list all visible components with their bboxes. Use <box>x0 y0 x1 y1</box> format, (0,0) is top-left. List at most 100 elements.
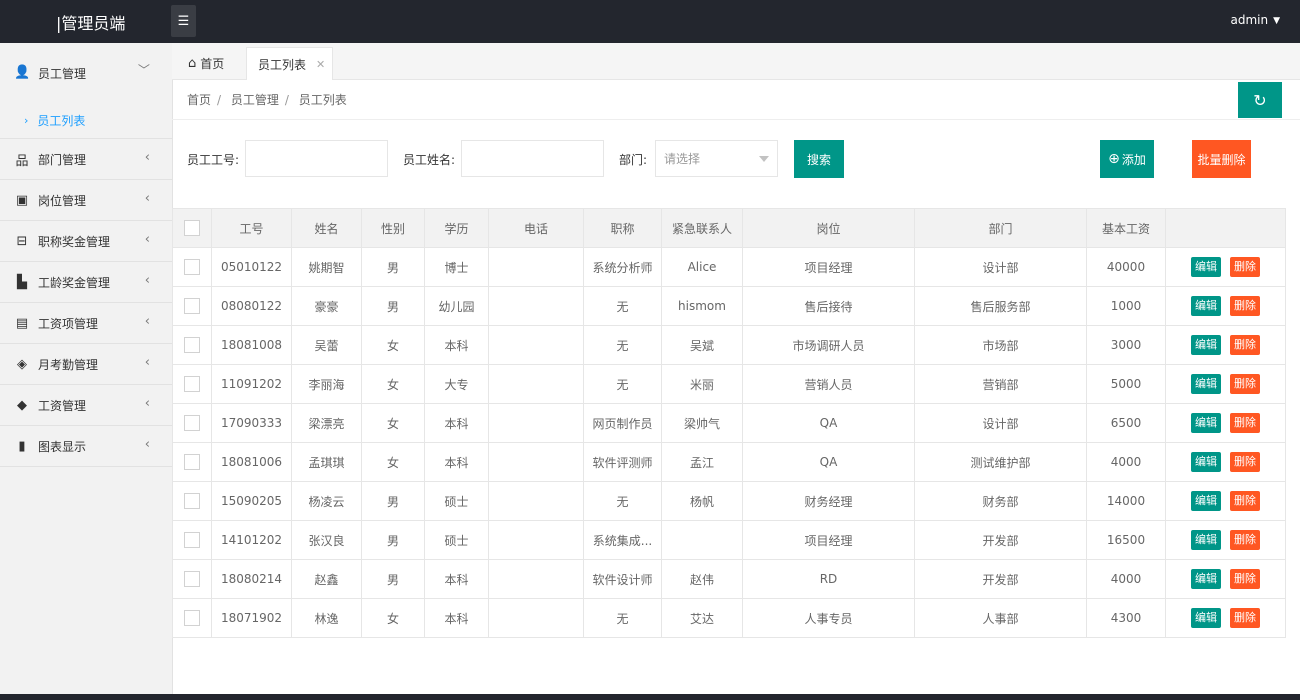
edit-button[interactable]: 编辑 <box>1191 413 1221 433</box>
edit-button[interactable]: 编辑 <box>1191 374 1221 394</box>
edit-button[interactable]: 编辑 <box>1191 530 1221 550</box>
breadcrumb-item[interactable]: 员工管理 <box>231 93 279 107</box>
table-cell: 18071902 <box>211 598 292 638</box>
table-cell: 男 <box>361 286 425 326</box>
table-cell: 08080122 <box>211 286 292 326</box>
sidebar-item-charts[interactable]: ▮ 图表显示 ‹ <box>0 426 172 467</box>
table-cell: 18081006 <box>211 442 292 482</box>
table-cell: 营销人员 <box>742 364 915 404</box>
column-header[interactable]: 电话 <box>488 208 584 248</box>
column-header[interactable]: 岗位 <box>742 208 915 248</box>
sidebar-subitem-employee-list[interactable]: › 员工列表 <box>0 103 172 139</box>
table-row[interactable]: 15090205 杨凌云男硕士无杨帆 财务经理 财务部 14000 编辑 删除 <box>172 481 1286 521</box>
edit-button[interactable]: 编辑 <box>1191 296 1221 316</box>
table-scrollbar[interactable] <box>1285 208 1300 638</box>
table-cell: 吴斌 <box>661 325 743 365</box>
sidebar-item-salary[interactable]: ◆ 工资管理 ‹ <box>0 385 172 426</box>
tab-employee-list[interactable]: 员工列表 ✕ <box>246 47 333 80</box>
column-header[interactable]: 职称 <box>583 208 662 248</box>
edit-button[interactable]: 编辑 <box>1191 569 1221 589</box>
sidebar-item-department[interactable]: 品 部门管理 ‹ <box>0 139 172 180</box>
delete-button[interactable]: 删除 <box>1230 335 1260 355</box>
table-row[interactable]: 18081006 孟琪琪女本科 软件评测师 孟江 QA 测试维护部 4000 编辑 删除 <box>172 442 1286 482</box>
column-header[interactable]: 性别 <box>361 208 425 248</box>
search-button[interactable]: 搜索 <box>794 140 844 178</box>
row-actions-cell: 编辑 删除 <box>1165 520 1286 560</box>
table-row[interactable]: 11091202 李丽海女大专无米丽 营销人员 营销部 5000 编辑 删除 <box>172 364 1286 404</box>
row-checkbox[interactable] <box>184 610 200 626</box>
emp-no-input[interactable] <box>245 140 388 177</box>
table-row[interactable]: 05010122 姚期智男博士 系统分析师 Alice 项目经理 设计部 40000 编辑 删除 <box>172 247 1286 287</box>
sidebar-item-seniority-bonus[interactable]: ▙ 工龄奖金管理 ‹ <box>0 262 172 303</box>
delete-button[interactable]: 删除 <box>1230 374 1260 394</box>
caret-down-icon <box>759 156 769 162</box>
sidebar-item-employee[interactable]: 👤 员工管理 〉 <box>0 43 172 103</box>
menu-toggle-button[interactable]: ☰ <box>171 5 196 37</box>
breadcrumb-separator: / <box>217 93 222 107</box>
delete-button[interactable]: 删除 <box>1230 569 1260 589</box>
row-checkbox[interactable] <box>184 493 200 509</box>
row-actions-cell: 编辑 删除 <box>1165 559 1286 599</box>
row-actions: 编辑 删除 <box>1167 452 1285 472</box>
delete-button[interactable]: 删除 <box>1230 452 1260 472</box>
briefcase-icon: ⊟ <box>16 233 28 249</box>
delete-button[interactable]: 删除 <box>1230 530 1260 550</box>
table-row[interactable]: 14101202 张汉良男硕士 系统集成... 项目经理 开发部 16500 编辑 删除 <box>172 520 1286 560</box>
delete-button[interactable]: 删除 <box>1230 608 1260 628</box>
delete-button[interactable]: 删除 <box>1230 491 1260 511</box>
edit-button[interactable]: 编辑 <box>1191 608 1221 628</box>
table-cell: 张汉良 <box>291 520 362 560</box>
row-checkbox[interactable] <box>184 571 200 587</box>
emp-name-input[interactable] <box>461 140 604 177</box>
row-checkbox[interactable] <box>184 298 200 314</box>
delete-button[interactable]: 删除 <box>1230 296 1260 316</box>
column-header[interactable]: 部门 <box>914 208 1087 248</box>
edit-button[interactable]: 编辑 <box>1191 452 1221 472</box>
sidebar: 👤 员工管理 〉 › 员工列表 品 部门管理 ‹ ▣ 岗位管理 ‹ ⊟ 职称奖金… <box>0 43 173 700</box>
sidebar-item-attendance[interactable]: ◈ 月考勤管理 ‹ <box>0 344 172 385</box>
chevron-left-icon: ‹ <box>144 437 150 452</box>
sidebar-item-label: 员工管理 <box>38 67 87 81</box>
row-checkbox[interactable] <box>184 454 200 470</box>
sidebar-item-position[interactable]: ▣ 岗位管理 ‹ <box>0 180 172 221</box>
row-checkbox[interactable] <box>184 415 200 431</box>
select-all-checkbox[interactable] <box>184 220 200 236</box>
edit-button[interactable]: 编辑 <box>1191 491 1221 511</box>
delete-button[interactable]: 删除 <box>1230 257 1260 277</box>
column-header[interactable]: 工号 <box>211 208 292 248</box>
table-cell: 女 <box>361 364 425 404</box>
dept-select[interactable]: 请选择 <box>655 140 778 177</box>
add-button[interactable]: ⊕ 添加 <box>1100 140 1154 178</box>
delete-button[interactable]: 删除 <box>1230 413 1260 433</box>
table-row[interactable]: 08080122 豪豪男幼儿园无 hismom 售后接待 售后服务部 1000 编辑 删除 <box>172 286 1286 326</box>
breadcrumb-item[interactable]: 首页 <box>187 93 211 107</box>
refresh-button[interactable]: ↻ <box>1238 82 1282 118</box>
close-icon[interactable]: ✕ <box>316 58 325 71</box>
table-cell: 人事部 <box>914 598 1087 638</box>
row-checkbox[interactable] <box>184 337 200 353</box>
breadcrumb-separator: / <box>284 93 289 107</box>
table-cell: 4000 <box>1086 442 1166 482</box>
column-header[interactable]: 姓名 <box>291 208 362 248</box>
table-body: 05010122 姚期智男博士 系统分析师 Alice 项目经理 设计部 40000 编辑 删除… <box>172 247 1286 638</box>
sidebar-item-salary-items[interactable]: ▤ 工资项管理 ‹ <box>0 303 172 344</box>
column-header[interactable]: 紧急联系人 <box>661 208 743 248</box>
column-header[interactable]: 学历 <box>424 208 489 248</box>
user-menu[interactable]: admin ▼ <box>1230 13 1280 27</box>
column-header[interactable]: 基本工资 <box>1086 208 1166 248</box>
batch-delete-button[interactable]: 批量删除 <box>1192 140 1251 178</box>
row-checkbox[interactable] <box>184 532 200 548</box>
sidebar-item-label: 月考勤管理 <box>38 357 99 372</box>
row-checkbox[interactable] <box>184 259 200 275</box>
table-cell: 网页制作员 <box>583 403 662 443</box>
row-actions: 编辑 删除 <box>1167 530 1285 550</box>
table-row[interactable]: 18080214 赵鑫男本科 软件设计师 赵伟 RD 开发部 4000 编辑 删除 <box>172 559 1286 599</box>
table-row[interactable]: 18071902 林逸女本科无艾达 人事专员 人事部 4300 编辑 删除 <box>172 598 1286 638</box>
table-row[interactable]: 17090333 梁漂亮女本科 网页制作员 梁帅气 QA 设计部 6500 编辑 删除 <box>172 403 1286 443</box>
edit-button[interactable]: 编辑 <box>1191 335 1221 355</box>
table-row[interactable]: 18081008 吴蕾女本科无吴斌 市场调研人员 市场部 3000 编辑 删除 <box>172 325 1286 365</box>
tab-home[interactable]: ⌂ 首页 <box>188 47 224 80</box>
row-checkbox[interactable] <box>184 376 200 392</box>
edit-button[interactable]: 编辑 <box>1191 257 1221 277</box>
sidebar-item-title-bonus[interactable]: ⊟ 职称奖金管理 ‹ <box>0 221 172 262</box>
